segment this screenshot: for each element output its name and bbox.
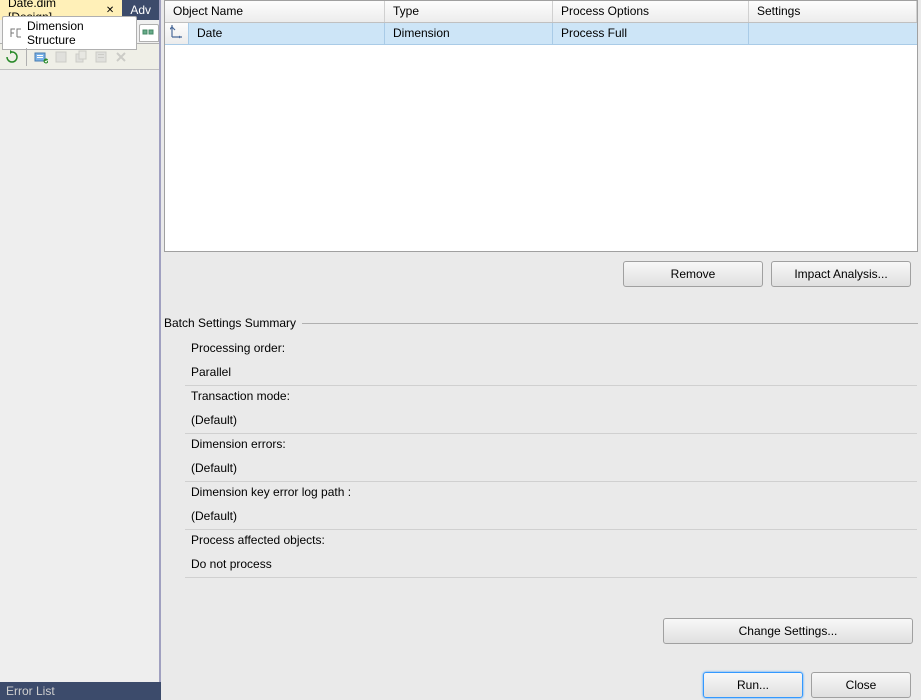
grid-header-row: Object Name Type Process Options Setting… [165, 1, 917, 23]
label-processing-order: Processing order: [185, 338, 917, 360]
dimension-structure-icon [9, 27, 23, 39]
value-text: (Default) [191, 509, 237, 523]
col-label: Type [393, 4, 419, 18]
section-divider [302, 323, 918, 324]
cell-text: Date [197, 26, 222, 40]
value-text: (Default) [191, 413, 237, 427]
summary-list: Processing order: Parallel Transaction m… [185, 338, 917, 578]
col-settings[interactable]: Settings [749, 1, 917, 22]
cell-settings[interactable] [749, 23, 917, 44]
section-label: Batch Settings Summary [164, 316, 296, 330]
process-dialog: Object Name Type Process Options Setting… [161, 0, 921, 700]
change-settings-area: Change Settings... [663, 618, 913, 644]
cell-type: Dimension [385, 23, 553, 44]
attribute-icon [142, 27, 156, 39]
value-text: (Default) [191, 461, 237, 475]
toolbar-separator [26, 48, 27, 66]
delete-icon [113, 49, 129, 65]
change-settings-button[interactable]: Change Settings... [663, 618, 913, 644]
label-dimension-key-error-log: Dimension key error log path : [185, 482, 917, 504]
footer-error-list[interactable]: Error List [0, 682, 161, 700]
value-process-affected: Do not process [185, 552, 917, 578]
col-type[interactable]: Type [385, 1, 553, 22]
tab-label: Adv [130, 3, 151, 17]
value-text: Do not process [191, 557, 272, 571]
batch-settings-header: Batch Settings Summary [164, 316, 918, 330]
table-icon [53, 49, 69, 65]
label-text: Dimension key error log path : [191, 485, 351, 499]
value-transaction-mode: (Default) [185, 408, 917, 434]
label-process-affected: Process affected objects: [185, 530, 917, 552]
col-object-name[interactable]: Object Name [165, 1, 385, 22]
footer-label: Error List [6, 684, 55, 698]
label-text: Process affected objects: [191, 533, 325, 547]
label-text: Processing order: [191, 341, 285, 355]
cell-text: Process Full [561, 26, 627, 40]
process-icon[interactable] [33, 49, 49, 65]
row-icon-cell [165, 23, 189, 44]
label-transaction-mode: Transaction mode: [185, 386, 917, 408]
label-text: Dimension errors: [191, 437, 286, 451]
value-dimension-key-error-log: (Default) [185, 504, 917, 530]
remove-button[interactable]: Remove [623, 261, 763, 287]
label-dimension-errors: Dimension errors: [185, 434, 917, 456]
value-processing-order: Parallel [185, 360, 917, 386]
copy-icon [73, 49, 89, 65]
properties-icon [93, 49, 109, 65]
value-dimension-errors: (Default) [185, 456, 917, 482]
value-text: Parallel [191, 365, 231, 379]
bottom-buttons: Run... Close [703, 672, 911, 698]
close-icon[interactable]: ✕ [106, 5, 114, 16]
dimension-subtabs: Dimension Structure [0, 20, 159, 44]
col-label: Process Options [561, 4, 649, 18]
cell-object-name: Date [189, 23, 385, 44]
left-panel: Date.dim [Design] ✕ Adv Dimension Struct… [0, 0, 161, 700]
subtab-label: Dimension Structure [27, 19, 130, 47]
object-grid: Object Name Type Process Options Setting… [164, 0, 918, 252]
dimension-icon [170, 25, 184, 42]
cell-text: Dimension [393, 26, 450, 40]
cell-process-options[interactable]: Process Full [553, 23, 749, 44]
col-label: Object Name [173, 4, 243, 18]
run-button[interactable]: Run... [703, 672, 803, 698]
label-text: Transaction mode: [191, 389, 290, 403]
close-button[interactable]: Close [811, 672, 911, 698]
col-process-options[interactable]: Process Options [553, 1, 749, 22]
subtab-other[interactable] [139, 24, 159, 42]
table-row[interactable]: Date Dimension Process Full [165, 23, 917, 45]
impact-analysis-button[interactable]: Impact Analysis... [771, 261, 911, 287]
mid-buttons: Remove Impact Analysis... [623, 261, 911, 287]
col-label: Settings [757, 4, 800, 18]
refresh-icon[interactable] [4, 49, 20, 65]
subtab-dimension-structure[interactable]: Dimension Structure [2, 16, 137, 50]
